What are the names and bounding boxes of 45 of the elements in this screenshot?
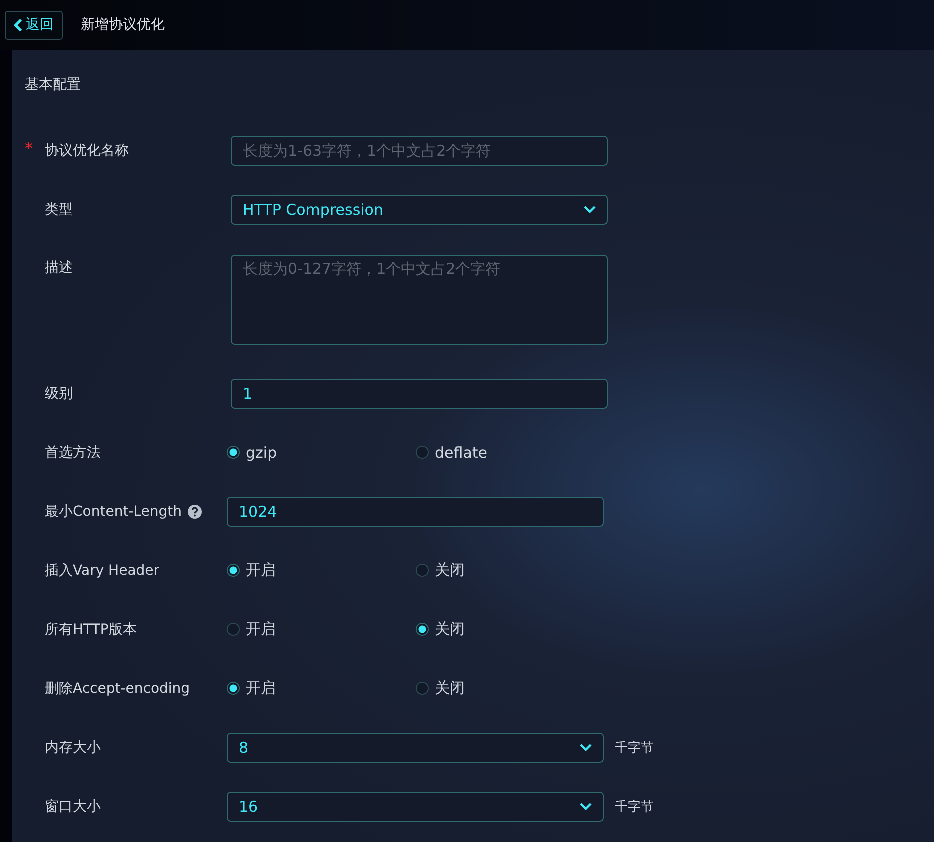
field-label: 插入Vary Header — [45, 562, 160, 580]
field-label: 首选方法 — [45, 444, 101, 462]
field-label: 类型 — [45, 200, 73, 218]
input-field[interactable]: 1024 — [227, 496, 604, 526]
chevron-down-icon — [584, 206, 596, 214]
field-label: 描述 — [45, 259, 73, 277]
chevron-down-icon — [580, 802, 592, 810]
select-field[interactable]: HTTP Compression — [231, 194, 608, 224]
radio-option[interactable]: 开启 — [227, 561, 416, 580]
description-field[interactable]: 长度为0-127字符，1个中文占2个字符 — [231, 255, 608, 345]
page-title: 新增协议优化 — [81, 16, 165, 34]
radio-option[interactable]: 开启 — [227, 679, 416, 698]
field-label: 窗口大小 — [45, 798, 101, 816]
radio-button[interactable] — [416, 564, 429, 577]
select-field[interactable]: 16 — [227, 792, 604, 822]
back-button[interactable]: 返回 — [5, 10, 63, 40]
radio-button[interactable] — [227, 564, 240, 577]
section-title: 基本配置 — [25, 76, 82, 95]
field-label: 最小Content-Length — [45, 502, 182, 520]
field-label: 级别 — [45, 384, 73, 402]
radio-option[interactable]: 关闭 — [416, 679, 605, 698]
help-icon[interactable] — [188, 504, 202, 518]
chevron-down-icon — [580, 744, 592, 752]
chevron-left-icon — [14, 18, 23, 32]
field-label: 协议优化名称 — [45, 142, 129, 160]
input-field[interactable]: 1 — [231, 378, 608, 408]
radio-option[interactable]: 开启 — [227, 620, 416, 639]
radio-button[interactable] — [416, 446, 429, 459]
radio-button[interactable] — [416, 623, 429, 636]
radio-option[interactable]: deflate — [416, 444, 605, 462]
field-label: 所有HTTP版本 — [45, 620, 137, 638]
radio-button[interactable] — [227, 623, 240, 636]
radio-option[interactable]: 关闭 — [416, 620, 605, 639]
radio-button[interactable] — [227, 682, 240, 695]
radio-option[interactable]: 关闭 — [416, 561, 605, 580]
select-field[interactable]: 8 — [227, 732, 604, 762]
radio-button[interactable] — [227, 446, 240, 459]
input-field[interactable]: 长度为1-63字符，1个中文占2个字符 — [231, 136, 608, 166]
radio-button[interactable] — [416, 682, 429, 695]
field-label: 删除Accept-encoding — [45, 680, 190, 698]
required-asterisk: * — [25, 138, 33, 158]
unit-label: 千字节 — [615, 740, 654, 756]
unit-label: 千字节 — [615, 798, 654, 816]
field-label: 内存大小 — [45, 738, 101, 756]
radio-option[interactable]: gzip — [227, 444, 416, 462]
